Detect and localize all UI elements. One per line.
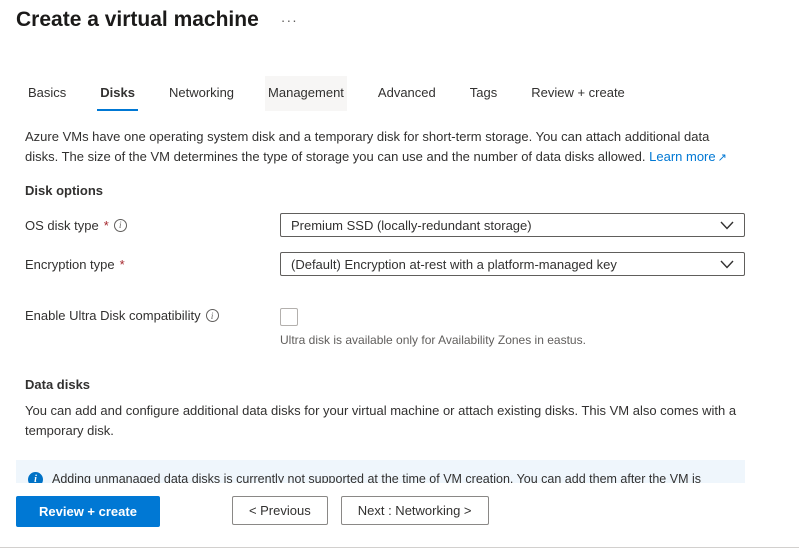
os-disk-type-select[interactable]: Premium SSD (locally-redundant storage) [280, 213, 745, 237]
page-title: Create a virtual machine [16, 8, 259, 32]
tab-advanced[interactable]: Advanced [375, 76, 439, 111]
intro-text: Azure VMs have one operating system disk… [25, 129, 709, 164]
tab-review-create[interactable]: Review + create [528, 76, 628, 111]
encryption-type-label-group: Encryption type * [25, 257, 280, 272]
encryption-type-select[interactable]: (Default) Encryption at-rest with a plat… [280, 252, 745, 276]
tab-bar: Basics Disks Networking Management Advan… [0, 76, 799, 111]
tab-tags[interactable]: Tags [467, 76, 500, 111]
footer-action-bar: Review + create < Previous Next : Networ… [0, 483, 799, 547]
data-disks-heading: Data disks [0, 377, 799, 392]
chevron-down-icon [720, 221, 734, 230]
os-disk-type-label-group: OS disk type * i [25, 218, 280, 233]
os-disk-type-row: OS disk type * i Premium SSD (locally-re… [25, 213, 799, 237]
tab-networking[interactable]: Networking [166, 76, 237, 111]
info-icon[interactable]: i [114, 219, 127, 232]
encryption-type-row: Encryption type * (Default) Encryption a… [25, 252, 799, 276]
os-disk-type-control: Premium SSD (locally-redundant storage) [280, 213, 745, 237]
review-create-button[interactable]: Review + create [16, 496, 160, 527]
ultra-disk-helper-text: Ultra disk is available only for Availab… [280, 333, 745, 347]
more-options-button[interactable]: ··· [281, 12, 298, 28]
encryption-type-value: (Default) Encryption at-rest with a plat… [291, 257, 617, 272]
info-icon[interactable]: i [206, 309, 219, 322]
chevron-down-icon [720, 260, 734, 269]
next-networking-button[interactable]: Next : Networking > [341, 496, 489, 525]
ultra-disk-label-group: Enable Ultra Disk compatibility i [25, 308, 280, 323]
tab-disks[interactable]: Disks [97, 76, 138, 111]
required-asterisk: * [104, 218, 109, 233]
encryption-type-control: (Default) Encryption at-rest with a plat… [280, 252, 745, 276]
header: Create a virtual machine ··· [0, 0, 799, 32]
learn-more-link[interactable]: Learn more [649, 149, 715, 164]
tab-management[interactable]: Management [265, 76, 347, 111]
required-asterisk: * [120, 257, 125, 272]
os-disk-type-value: Premium SSD (locally-redundant storage) [291, 218, 532, 233]
intro-paragraph: Azure VMs have one operating system disk… [0, 111, 799, 166]
encryption-type-label: Encryption type [25, 257, 115, 272]
ultra-disk-label: Enable Ultra Disk compatibility [25, 308, 201, 323]
disk-options-heading: Disk options [0, 183, 799, 198]
disk-options-form: OS disk type * i Premium SSD (locally-re… [0, 213, 799, 347]
previous-button[interactable]: < Previous [232, 496, 328, 525]
create-vm-page: Create a virtual machine ··· Basics Disk… [0, 0, 799, 548]
ultra-disk-checkbox[interactable] [280, 308, 298, 326]
tab-basics[interactable]: Basics [25, 76, 69, 111]
ultra-disk-control: Ultra disk is available only for Availab… [280, 308, 745, 347]
data-disks-description: You can add and configure additional dat… [0, 392, 799, 440]
os-disk-type-label: OS disk type [25, 218, 99, 233]
ultra-disk-row: Enable Ultra Disk compatibility i Ultra … [25, 308, 799, 347]
external-link-icon: ↗ [718, 152, 727, 164]
